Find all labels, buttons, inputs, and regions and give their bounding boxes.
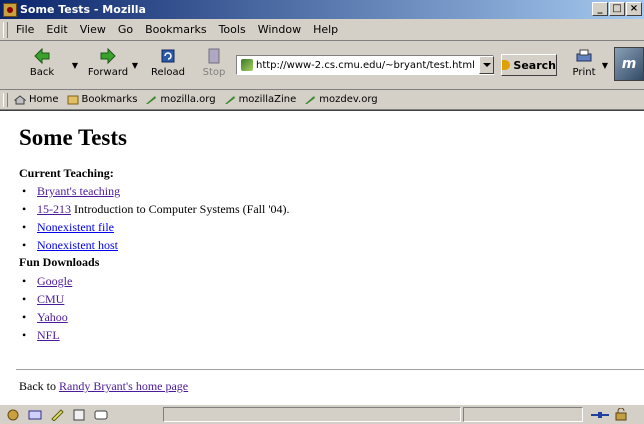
bookmarks-icon (67, 95, 79, 104)
back-arrow-icon (34, 47, 50, 65)
course-15-213-link[interactable]: 15-213 (37, 202, 71, 216)
title-bar: Some Tests - Mozilla _ □ × (0, 0, 644, 19)
horizontal-rule (16, 369, 644, 371)
bookmark-link-icon (146, 95, 157, 104)
mozilla-throbber-logo[interactable]: m (614, 47, 644, 81)
menu-window[interactable]: Window (258, 23, 301, 36)
list-item: Nonexistent host (19, 236, 289, 254)
status-text-panel (163, 407, 461, 422)
downloads-heading: Fun Downloads (19, 255, 100, 269)
downloads-list: Google CMU Yahoo NFL (19, 272, 72, 344)
back-button[interactable]: Back (20, 45, 64, 85)
bookmark-label: mozillaZine (238, 94, 297, 105)
list-item: 15-213 Introduction to Computer Systems … (19, 200, 289, 218)
search-icon (502, 60, 511, 70)
menu-bookmarks[interactable]: Bookmarks (145, 23, 206, 36)
page-content: Some Tests Current Teaching: Bryant's te… (0, 110, 644, 404)
back-prefix: Back to (19, 379, 59, 393)
menubar-grip[interactable] (3, 21, 8, 38)
search-label: Search (513, 58, 556, 72)
reload-button[interactable]: Reload (146, 45, 190, 85)
back-label: Back (29, 67, 55, 78)
home-button[interactable]: Home (14, 94, 59, 105)
home-icon (14, 94, 26, 104)
bookmark-link-icon (224, 95, 235, 104)
personalbar-grip[interactable] (3, 92, 8, 107)
bookmark-label: mozdev.org (319, 94, 378, 105)
url-dropdown-button[interactable] (479, 56, 494, 74)
nonexistent-file-link[interactable]: Nonexistent file (37, 220, 114, 234)
mozilla-app-icon[interactable] (3, 2, 17, 17)
page-heading: Some Tests (19, 125, 127, 150)
forward-label: Forward (87, 67, 129, 78)
yahoo-link[interactable]: Yahoo (37, 310, 68, 324)
online-status-icon[interactable] (590, 409, 610, 421)
search-button[interactable]: Search (501, 54, 557, 76)
personal-toolbar: Home Bookmarks mozilla.org mozillaZine m… (0, 90, 644, 110)
list-item: Google (19, 272, 72, 290)
navigation-toolbar: Back ▼ Forward ▼ Reload Stop http://www-… (0, 40, 644, 90)
url-bar[interactable]: http://www-2.cs.cmu.edu/~bryant/test.htm… (236, 55, 494, 75)
reload-icon (161, 49, 175, 63)
home-label: Home (29, 94, 59, 105)
url-text: http://www-2.cs.cmu.edu/~bryant/test.htm… (256, 59, 475, 71)
nfl-link[interactable]: NFL (37, 328, 60, 342)
bookmark-mozdev-org[interactable]: mozdev.org (304, 94, 378, 105)
menu-help[interactable]: Help (313, 23, 338, 36)
printer-icon (576, 49, 592, 62)
list-item: CMU (19, 290, 72, 308)
google-link[interactable]: Google (37, 274, 72, 288)
window-title: Some Tests - Mozilla (20, 3, 146, 16)
course-description: Introduction to Computer Systems (Fall '… (71, 202, 290, 216)
mail-icon[interactable] (28, 409, 42, 421)
irc-chat-icon[interactable] (94, 409, 108, 421)
minimize-button[interactable]: _ (592, 2, 608, 16)
bookmark-mozilla-org[interactable]: mozilla.org (145, 94, 216, 105)
address-book-icon[interactable] (72, 409, 86, 421)
close-button[interactable]: × (626, 2, 642, 16)
stop-button[interactable]: Stop (192, 45, 236, 85)
navigator-icon[interactable] (6, 409, 20, 421)
list-item: Nonexistent file (19, 218, 289, 236)
stop-label: Stop (202, 67, 226, 78)
composer-icon[interactable] (50, 408, 64, 421)
menu-edit[interactable]: Edit (46, 23, 67, 36)
nonexistent-host-link[interactable]: Nonexistent host (37, 238, 118, 252)
list-item: Bryant's teaching (19, 182, 289, 200)
page-favicon (241, 59, 253, 71)
bryants-teaching-link[interactable]: Bryant's teaching (37, 184, 120, 198)
menu-file[interactable]: File (16, 23, 34, 36)
forward-arrow-icon (100, 47, 116, 65)
teaching-list: Bryant's teaching 15-213 Introduction to… (19, 182, 289, 254)
list-item: NFL (19, 326, 72, 344)
menu-go[interactable]: Go (118, 23, 133, 36)
forward-button[interactable]: Forward (86, 45, 130, 85)
reload-label: Reload (150, 67, 186, 78)
security-lock-icon[interactable] (614, 408, 628, 421)
maximize-button[interactable]: □ (609, 2, 625, 16)
menu-tools[interactable]: Tools (219, 23, 246, 36)
menu-view[interactable]: View (80, 23, 106, 36)
stop-icon (208, 48, 220, 64)
back-line: Back to Randy Bryant's home page (19, 379, 188, 394)
list-item: Yahoo (19, 308, 72, 326)
status-bar (0, 404, 644, 424)
progress-panel (463, 407, 583, 422)
bookmark-mozillazine[interactable]: mozillaZine (224, 94, 297, 105)
teaching-heading: Current Teaching: (19, 166, 114, 180)
menu-bar: File Edit View Go Bookmarks Tools Window… (0, 19, 644, 41)
bookmarks-button[interactable]: Bookmarks (67, 94, 138, 105)
bookmark-label: mozilla.org (160, 94, 216, 105)
bookmarks-label: Bookmarks (81, 94, 138, 105)
bookmark-link-icon (305, 95, 316, 104)
home-page-link[interactable]: Randy Bryant's home page (59, 379, 188, 393)
cmu-link[interactable]: CMU (37, 292, 64, 306)
